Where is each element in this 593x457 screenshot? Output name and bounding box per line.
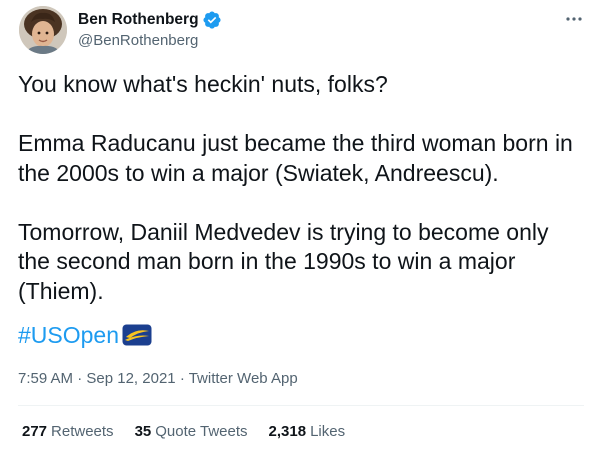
author-handle[interactable]: @BenRothenberg — [78, 32, 198, 49]
tweet-paragraph: You know what's heckin' nuts, folks? — [18, 71, 388, 97]
quote-tweets-stat[interactable]: 35 Quote Tweets — [135, 423, 248, 440]
tweet-timestamp: 7:59 AM · Sep 12, 2021 · Twitter Web App — [18, 370, 298, 387]
retweets-label: Retweets — [51, 423, 114, 440]
author-display-name[interactable]: Ben Rothenberg — [78, 11, 199, 29]
tweet-time[interactable]: 7:59 AM — [18, 370, 73, 387]
more-options-icon[interactable] — [561, 6, 587, 32]
quotes-label: Quote Tweets — [155, 423, 248, 440]
likes-label: Likes — [310, 423, 346, 440]
meta-separator: · — [179, 370, 185, 387]
tweet-date[interactable]: Sep 12, 2021 — [86, 370, 175, 387]
likes-stat[interactable]: 2,318 Likes — [269, 423, 346, 440]
tweet-paragraph: Tomorrow, Daniil Medvedev is trying to b… — [18, 218, 549, 304]
tweet-card: Ben Rothenberg @BenRothenberg You know w… — [0, 0, 593, 457]
verified-badge-icon — [202, 10, 222, 30]
hashtag-link[interactable]: #USOpen — [18, 322, 119, 349]
tweet-paragraph: Emma Raducanu just became the third woma… — [18, 130, 573, 186]
quotes-count: 35 — [134, 423, 152, 440]
tweet-source[interactable]: Twitter Web App — [189, 370, 298, 387]
divider — [18, 405, 584, 406]
likes-count: 2,318 — [268, 423, 307, 440]
author-name-row: Ben Rothenberg — [78, 9, 222, 31]
usopen-hashflag-icon — [122, 324, 152, 346]
avatar[interactable] — [19, 6, 67, 54]
retweets-stat[interactable]: 277 Retweets — [22, 423, 114, 440]
retweets-count: 277 — [22, 423, 48, 440]
tweet-text: You know what's heckin' nuts, folks? Emm… — [18, 70, 583, 306]
engagement-stats: 277 Retweets 35 Quote Tweets 2,318 Likes — [22, 423, 366, 440]
hashtag-row: #USOpen — [18, 320, 152, 350]
meta-separator: · — [77, 370, 83, 387]
